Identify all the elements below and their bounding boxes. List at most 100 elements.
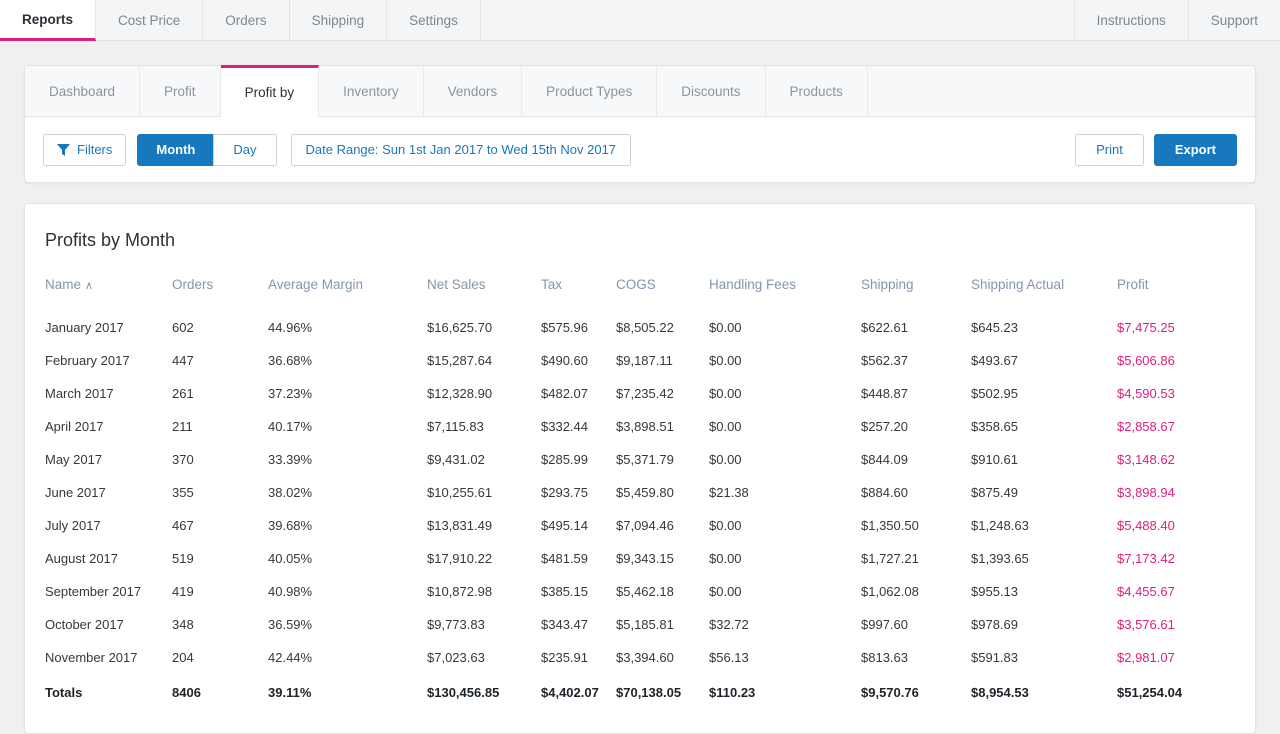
cell-cogs: $8,505.22 <box>616 320 674 335</box>
cell-shipping: $844.09 <box>861 452 908 467</box>
totals-cell-profit: $51,254.04 <box>1117 685 1183 700</box>
cell-shipping: $884.60 <box>861 485 908 500</box>
table-row[interactable]: October 2017 348 36.59% $9,773.83 $343.47 $5,… <box>45 608 1235 641</box>
table-row[interactable]: July 2017 467 39.68% $13,831.49 $495.14 $7,09… <box>45 509 1235 542</box>
report-table-card: Profits by Month Name ∧ Orders Average Marg… <box>24 203 1256 734</box>
cell-shipping: $997.60 <box>861 617 908 632</box>
cell-shipping: $1,350.50 <box>861 518 919 533</box>
cell-cogs: $5,371.79 <box>616 452 674 467</box>
cell-shipping: $813.63 <box>861 650 908 665</box>
cell-tax: $481.59 <box>541 551 588 566</box>
column-header-label: Profit <box>1117 277 1149 292</box>
cell-name: February 2017 <box>45 353 130 368</box>
top-nav-item-cost-price[interactable]: Cost Price <box>96 0 204 40</box>
tab-discounts[interactable]: Discounts <box>657 66 766 116</box>
export-button[interactable]: Export <box>1153 133 1237 166</box>
cell-name: March 2017 <box>45 386 114 401</box>
column-header-label: Tax <box>541 277 563 292</box>
cell-shipping-actual: $1,393.65 <box>971 551 1029 566</box>
cell-margin: 39.68% <box>268 518 313 533</box>
column-header-label: Handling Fees <box>709 277 797 292</box>
cell-margin: 40.98% <box>268 584 313 599</box>
period-day-button[interactable]: Day <box>213 133 277 166</box>
table-row[interactable]: April 2017 211 40.17% $7,115.83 $332.44 $3,89… <box>45 410 1235 443</box>
table-row[interactable]: June 2017 355 38.02% $10,255.61 $293.75 $5,45… <box>45 476 1235 509</box>
cell-profit: $5,606.86 <box>1117 353 1175 368</box>
column-header-shipping[interactable]: Shipping <box>861 277 971 311</box>
cell-net-sales: $15,287.64 <box>427 353 493 368</box>
totals-cell-margin: 39.11% <box>268 685 312 700</box>
funnel-icon <box>57 143 70 156</box>
column-header-profit[interactable]: Profit <box>1117 277 1235 311</box>
table-row[interactable]: February 2017 447 36.68% $15,287.64 $490.60 $… <box>45 344 1235 377</box>
table-totals-row: Totals 8406 39.11% $130,456.85 $4,402.07 $70,… <box>45 674 1235 709</box>
table-row[interactable]: September 2017 419 40.98% $10,872.98 $385.15… <box>45 575 1235 608</box>
column-header-label: COGS <box>616 277 656 292</box>
cell-profit: $2,981.07 <box>1117 650 1175 665</box>
cell-orders: 370 <box>172 452 194 467</box>
cell-cogs: $3,394.60 <box>616 650 674 665</box>
top-nav-item-shipping[interactable]: Shipping <box>289 0 388 40</box>
column-header-shipping-actual[interactable]: Shipping Actual <box>971 277 1117 311</box>
column-header-name[interactable]: Name ∧ <box>45 277 172 311</box>
tab-profit-by[interactable]: Profit by <box>220 65 320 117</box>
tab-product-types[interactable]: Product Types <box>522 66 658 116</box>
cell-orders: 261 <box>172 386 194 401</box>
table-row[interactable]: March 2017 261 37.23% $12,328.90 $482.07 $7,2… <box>45 377 1235 410</box>
cell-handling: $21.38 <box>709 485 749 500</box>
cell-margin: 33.39% <box>268 452 313 467</box>
cell-profit: $4,590.53 <box>1117 386 1175 401</box>
top-nav-item-reports[interactable]: Reports <box>0 0 97 41</box>
cell-shipping-actual: $1,248.63 <box>971 518 1029 533</box>
cell-shipping-actual: $955.13 <box>971 584 1018 599</box>
date-range-button[interactable]: Date Range: Sun 1st Jan 2017 to Wed 15th… <box>290 133 632 166</box>
cell-shipping: $448.87 <box>861 386 908 401</box>
tab-profit[interactable]: Profit <box>140 66 221 116</box>
top-nav-right-group: Instructions Support <box>1073 0 1280 40</box>
cell-tax: $293.75 <box>541 485 588 500</box>
period-toggle-group: Month Day <box>137 133 277 166</box>
tab-dashboard[interactable]: Dashboard <box>25 66 141 116</box>
cell-profit: $4,455.67 <box>1117 584 1175 599</box>
top-nav-item-settings[interactable]: Settings <box>387 0 481 40</box>
top-nav-item-instructions[interactable]: Instructions <box>1073 0 1188 40</box>
cell-orders: 519 <box>172 551 194 566</box>
period-month-button[interactable]: Month <box>137 133 215 166</box>
cell-handling: $0.00 <box>709 320 742 335</box>
column-header-net-sales[interactable]: Net Sales <box>427 277 541 311</box>
totals-cell-net-sales: $130,456.85 <box>427 685 500 700</box>
table-row[interactable]: January 2017 602 44.96% $16,625.70 $575.96 $8… <box>45 311 1235 344</box>
tab-products[interactable]: Products <box>765 66 868 116</box>
column-header-average-margin[interactable]: Average Margin <box>268 277 427 311</box>
print-button[interactable]: Print <box>1075 133 1144 166</box>
table-row[interactable]: November 2017 204 42.44% $7,023.63 $235.91 $3… <box>45 641 1235 674</box>
cell-net-sales: $9,773.83 <box>427 617 485 632</box>
cell-handling: $0.00 <box>709 353 742 368</box>
profits-table: Name ∧ Orders Average Margin Net Sales Tax COG… <box>45 277 1235 709</box>
column-header-cogs[interactable]: COGS <box>616 277 709 311</box>
top-nav-item-support[interactable]: Support <box>1187 0 1280 40</box>
cell-net-sales: $9,431.02 <box>427 452 485 467</box>
cell-net-sales: $17,910.22 <box>427 551 493 566</box>
table-row[interactable]: August 2017 519 40.05% $17,910.22 $481.59 $9,… <box>45 542 1235 575</box>
column-header-orders[interactable]: Orders <box>172 277 268 311</box>
table-row[interactable]: May 2017 370 33.39% $9,431.02 $285.99 $5,371.… <box>45 443 1235 476</box>
tab-vendors[interactable]: Vendors <box>423 66 523 116</box>
column-header-tax[interactable]: Tax <box>541 277 616 311</box>
tab-inventory[interactable]: Inventory <box>319 66 424 116</box>
cell-margin: 37.23% <box>268 386 313 401</box>
cell-cogs: $9,187.11 <box>616 353 673 368</box>
cell-shipping: $622.61 <box>861 320 908 335</box>
cell-cogs: $5,185.81 <box>616 617 674 632</box>
column-header-handling-fees[interactable]: Handling Fees <box>709 277 861 311</box>
totals-cell-orders: 8406 <box>172 685 201 700</box>
cell-cogs: $9,343.15 <box>616 551 674 566</box>
top-navigation-bar: Reports Cost Price Orders Shipping Settings … <box>0 0 1280 41</box>
column-header-label: Net Sales <box>427 277 486 292</box>
cell-shipping: $1,062.08 <box>861 584 919 599</box>
cell-margin: 38.02% <box>268 485 313 500</box>
cell-name: May 2017 <box>45 452 103 467</box>
filters-button[interactable]: Filters <box>43 133 127 166</box>
top-nav-item-orders[interactable]: Orders <box>203 0 290 40</box>
cell-profit: $2,858.67 <box>1117 419 1175 434</box>
